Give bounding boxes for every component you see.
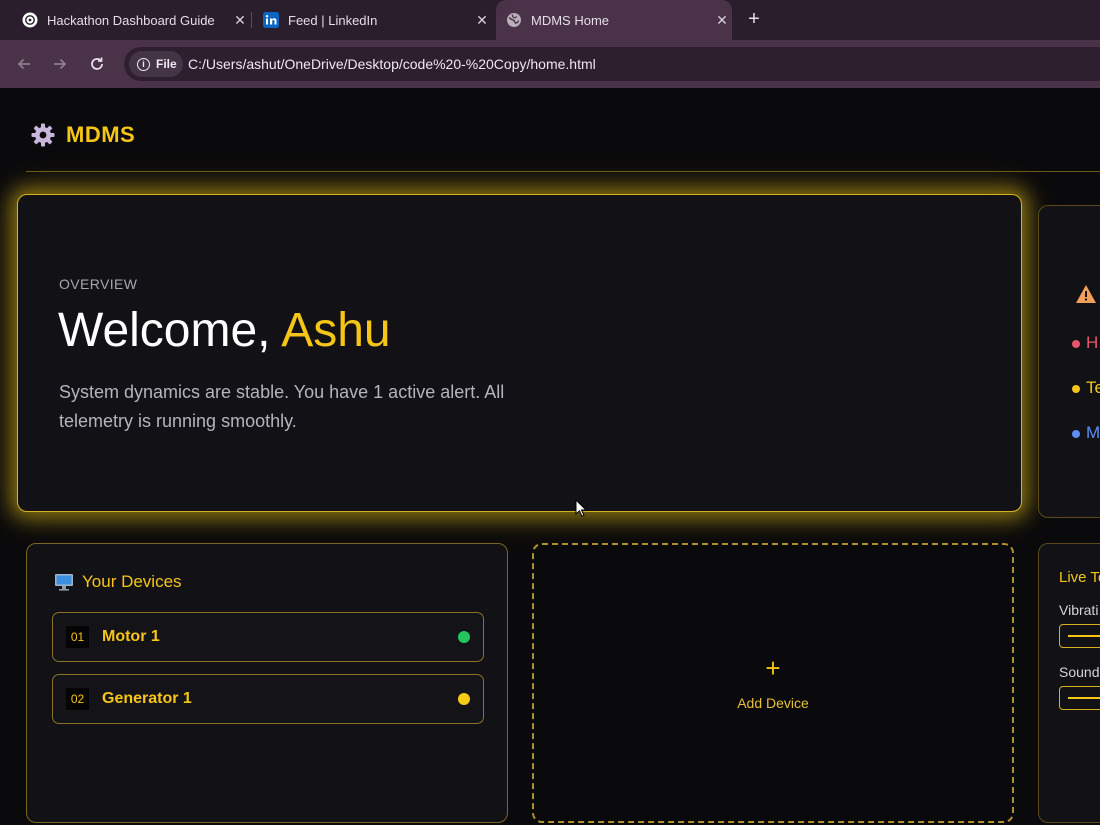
status-summary: System dynamics are stable. You have 1 a… bbox=[59, 382, 505, 431]
alert-dot bbox=[1072, 384, 1080, 393]
chatgpt-icon bbox=[22, 12, 38, 28]
alerts-card: H Te M bbox=[1038, 205, 1100, 518]
tab-mdms-home[interactable]: MDMS Home ✕ bbox=[496, 0, 732, 40]
tab-hackathon-guide[interactable]: Hackathon Dashboard Guide ✕ bbox=[12, 0, 250, 40]
back-button[interactable] bbox=[12, 52, 36, 76]
devices-card: Your Devices 01 Motor 1 02 Generator 1 bbox=[26, 543, 508, 823]
sound-meter bbox=[1059, 686, 1100, 710]
alert-item[interactable]: M bbox=[1072, 423, 1100, 443]
alert-dot bbox=[1072, 429, 1080, 438]
alert-text: M bbox=[1086, 423, 1100, 442]
add-device-button[interactable]: + Add Device bbox=[532, 543, 1014, 823]
device-status-dot bbox=[458, 693, 470, 705]
mouse-cursor-icon bbox=[575, 499, 587, 517]
devices-title: Your Devices bbox=[82, 572, 182, 591]
computer-icon bbox=[55, 574, 73, 591]
device-item-generator-1[interactable]: 02 Generator 1 bbox=[52, 674, 484, 724]
app-page: MDMS OVERVIEW Welcome, Ashu System dynam… bbox=[0, 88, 1100, 825]
meter-line bbox=[1068, 635, 1100, 637]
welcome-heading: Welcome, Ashu bbox=[58, 303, 391, 358]
browser-tab-strip: Hackathon Dashboard Guide ✕ Feed | Linke… bbox=[0, 0, 1100, 40]
vibration-meter bbox=[1059, 624, 1100, 648]
live-telemetry-card: Live Te Vibrati Sound bbox=[1038, 543, 1100, 823]
arrow-right-icon bbox=[54, 58, 67, 70]
alert-item[interactable]: Te bbox=[1072, 378, 1100, 398]
header-divider bbox=[26, 171, 1100, 172]
reload-button[interactable] bbox=[85, 52, 109, 76]
device-number: 01 bbox=[66, 626, 89, 648]
telemetry-metric-label: Sound bbox=[1059, 664, 1100, 680]
reload-icon bbox=[91, 57, 103, 70]
alert-item[interactable]: H bbox=[1072, 333, 1098, 353]
alert-dot bbox=[1072, 339, 1080, 348]
globe-icon bbox=[506, 12, 522, 28]
overview-eyebrow: OVERVIEW bbox=[59, 276, 138, 292]
new-tab-button[interactable]: + bbox=[743, 8, 765, 32]
tab-title: MDMS Home bbox=[531, 12, 610, 28]
tab-title: Feed | LinkedIn bbox=[288, 12, 378, 28]
tab-title: Hackathon Dashboard Guide bbox=[47, 12, 215, 28]
meter-line bbox=[1068, 697, 1100, 699]
welcome-card: OVERVIEW Welcome, Ashu System dynamics a… bbox=[17, 194, 1022, 512]
telemetry-title: Live Te bbox=[1059, 569, 1100, 586]
gear-icon bbox=[31, 123, 55, 147]
close-tab-icon[interactable]: ✕ bbox=[472, 12, 492, 29]
address-bar[interactable]: i File C:/Users/ashut/OneDrive/Desktop/c… bbox=[124, 47, 1100, 81]
brand[interactable]: MDMS bbox=[30, 122, 135, 148]
arrow-left-icon bbox=[17, 58, 30, 70]
site-info-label: File bbox=[156, 57, 177, 71]
device-number: 02 bbox=[66, 688, 89, 710]
device-name: Motor 1 bbox=[102, 628, 160, 645]
device-name: Generator 1 bbox=[102, 690, 192, 707]
welcome-user-name: Ashu bbox=[281, 304, 391, 357]
warning-icon bbox=[1076, 285, 1096, 303]
browser-toolbar: i File C:/Users/ashut/OneDrive/Desktop/c… bbox=[0, 40, 1100, 88]
tab-linkedin-feed[interactable]: Feed | LinkedIn ✕ bbox=[252, 0, 492, 40]
close-tab-icon[interactable]: ✕ bbox=[712, 12, 732, 29]
close-tab-icon[interactable]: ✕ bbox=[230, 12, 250, 29]
info-icon: i bbox=[137, 57, 150, 71]
device-status-dot bbox=[458, 631, 470, 643]
add-device-label: Add Device bbox=[737, 695, 809, 711]
url-text[interactable]: C:/Users/ashut/OneDrive/Desktop/code%20-… bbox=[188, 56, 596, 72]
device-item-motor-1[interactable]: 01 Motor 1 bbox=[52, 612, 484, 662]
linkedin-icon bbox=[263, 12, 279, 28]
plus-icon: + bbox=[765, 653, 781, 683]
alert-text: H bbox=[1086, 333, 1099, 352]
devices-heading: Your Devices bbox=[54, 572, 182, 592]
welcome-greeting: Welcome, bbox=[58, 304, 282, 357]
alert-text: Te bbox=[1086, 378, 1100, 397]
telemetry-metric-label: Vibrati bbox=[1059, 602, 1099, 618]
brand-name: MDMS bbox=[66, 122, 136, 147]
site-info-chip[interactable]: i File bbox=[129, 51, 183, 77]
forward-button[interactable] bbox=[48, 52, 72, 76]
